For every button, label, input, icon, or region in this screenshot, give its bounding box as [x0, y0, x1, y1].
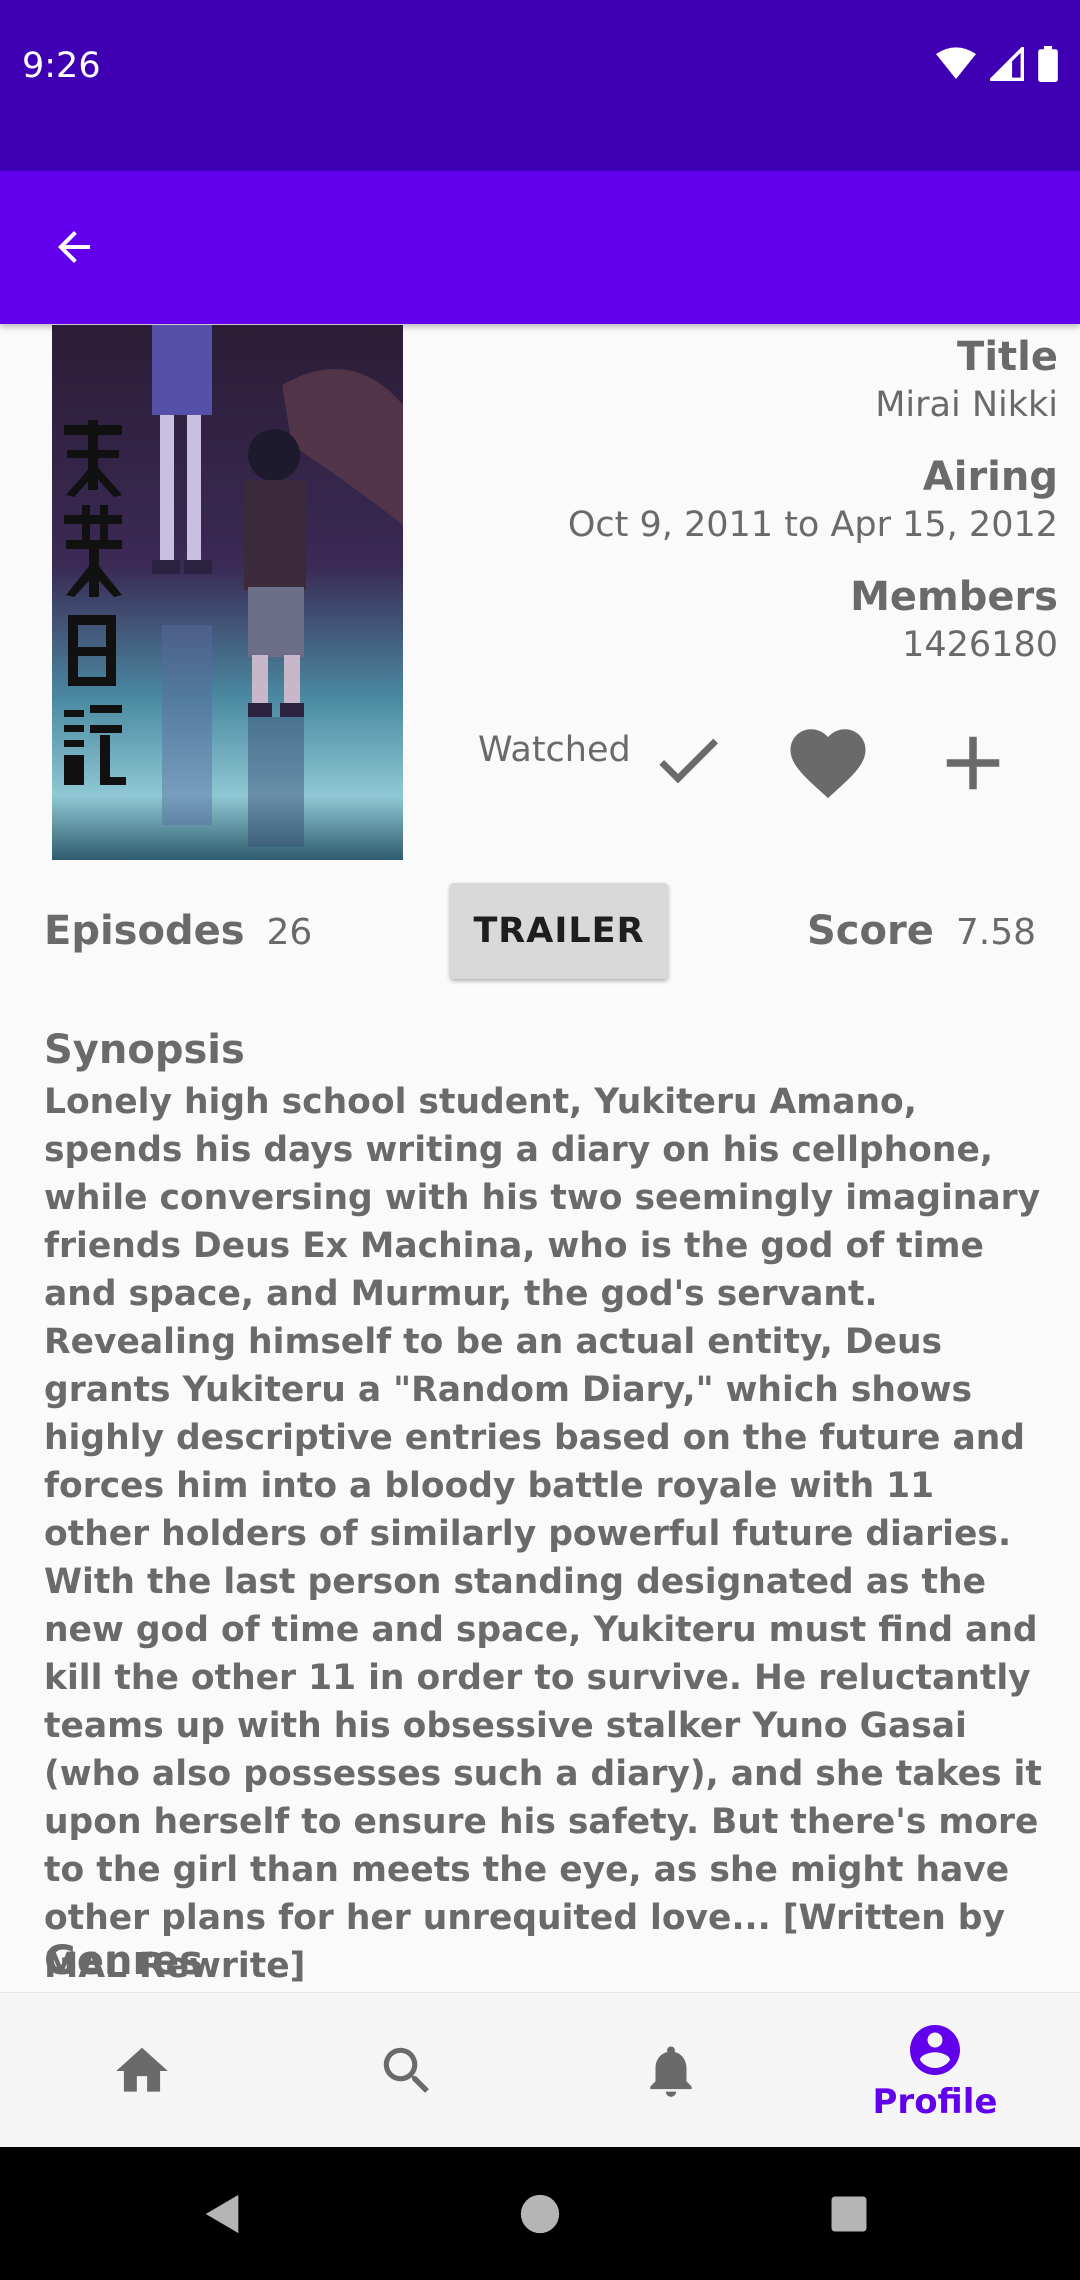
wifi-icon [936, 47, 976, 79]
arrow-back-icon [58, 231, 90, 263]
members-label: Members [850, 574, 1058, 620]
episodes-label: Episodes [44, 908, 245, 954]
heart-icon[interactable] [783, 718, 873, 808]
add-icon[interactable] [928, 718, 1018, 808]
battery-icon [1038, 46, 1058, 82]
stats-row: Episodes 26 TRAILER Score 7.58 [0, 880, 1080, 985]
system-home-icon[interactable] [517, 2191, 563, 2237]
genres-heading: Genres [44, 1938, 204, 1984]
system-back-icon[interactable] [200, 2191, 246, 2237]
status-icons [936, 46, 1058, 82]
synopsis-heading: Synopsis [44, 1027, 245, 1073]
episodes-value: 26 [266, 912, 313, 953]
nav-search[interactable] [357, 1993, 457, 2148]
bottom-navigation: Profile [0, 1992, 1080, 2148]
title-value: Mirai Nikki [875, 385, 1058, 425]
home-icon [116, 2047, 168, 2092]
search-icon [383, 2047, 429, 2093]
score-label: Score [806, 908, 934, 954]
cellular-signal-icon [990, 47, 1024, 81]
score: Score 7.58 [807, 908, 1036, 954]
system-navigation-bar [0, 2147, 1080, 2280]
synopsis-section: Synopsis Lonely high school student, Yuk… [44, 1022, 1044, 1990]
nav-home[interactable] [92, 1993, 192, 2148]
nav-profile[interactable]: Profile [860, 1993, 1010, 2148]
check-icon[interactable] [648, 720, 728, 800]
episodes: Episodes 26 [44, 908, 312, 954]
profile-icon [910, 2024, 960, 2075]
synopsis-text: Lonely high school student, Yukiteru Ama… [44, 1082, 1042, 1986]
anime-poster [52, 325, 403, 860]
watched-label: Watched [478, 730, 631, 770]
action-row: Watched [478, 710, 1038, 810]
trailer-button[interactable]: TRAILER [450, 883, 668, 979]
back-button[interactable] [38, 211, 110, 283]
system-recents-icon[interactable] [828, 2193, 870, 2235]
airing-value: Oct 9, 2011 to Apr 15, 2012 [567, 505, 1058, 545]
score-value: 7.58 [955, 912, 1036, 953]
app-bar [0, 171, 1080, 324]
bell-icon [650, 2045, 692, 2097]
title-label: Title [957, 334, 1058, 380]
anime-details: Title Mirai Nikki Airing Oct 9, 2011 to … [438, 332, 1058, 692]
status-time: 9:26 [22, 46, 101, 86]
nav-notifications[interactable] [621, 1993, 721, 2148]
airing-label: Airing [922, 454, 1058, 500]
status-bar: 9:26 [0, 0, 1080, 171]
members-value: 1426180 [902, 625, 1058, 665]
nav-profile-label: Profile [872, 2081, 998, 2122]
